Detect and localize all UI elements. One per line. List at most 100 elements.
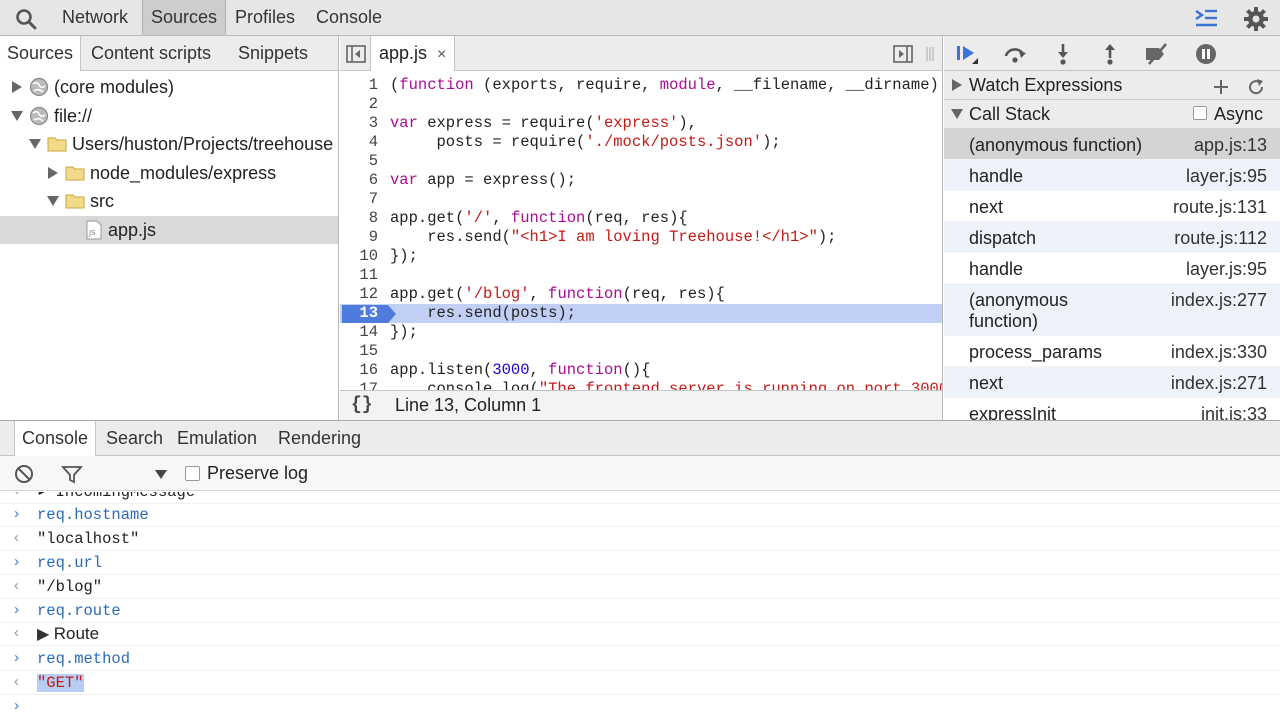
- line-number[interactable]: 2: [340, 95, 378, 114]
- code-area[interactable]: 1 (function (exports, require, module, __…: [340, 76, 942, 390]
- collapse-arrow-icon[interactable]: [28, 130, 42, 158]
- console-input-line[interactable]: › req.hostname: [0, 503, 1280, 527]
- line-number[interactable]: 15: [340, 342, 378, 361]
- tab-content-scripts[interactable]: Content scripts: [84, 36, 218, 70]
- deactivate-breakpoints-icon[interactable]: [1144, 42, 1170, 66]
- line-number[interactable]: 10: [340, 247, 378, 266]
- console-prompt[interactable]: ›: [0, 695, 1280, 719]
- code-line[interactable]: 1 (function (exports, require, module, __…: [340, 76, 942, 95]
- code-line[interactable]: 3 var express = require('express'),: [340, 114, 942, 133]
- code-line[interactable]: 12 app.get('/blog', function(req, res){: [340, 285, 942, 304]
- line-number[interactable]: 5: [340, 152, 378, 171]
- line-number[interactable]: 7: [340, 190, 378, 209]
- line-number[interactable]: 4: [340, 133, 378, 152]
- call-frame-location[interactable]: layer.js:95: [1186, 166, 1267, 187]
- toggle-navigator-icon[interactable]: [346, 44, 366, 64]
- line-number[interactable]: 11: [340, 266, 378, 285]
- refresh-icon[interactable]: [1247, 76, 1265, 95]
- tree-item-file-root[interactable]: file://: [0, 102, 338, 130]
- tab-drawer-console[interactable]: Console: [14, 421, 97, 457]
- search-icon[interactable]: [14, 7, 38, 31]
- call-frame-location[interactable]: index.js:277: [1171, 290, 1267, 311]
- console-output-line[interactable]: ‹ "GET": [0, 671, 1280, 695]
- tab-drawer-search[interactable]: Search: [99, 421, 170, 456]
- line-number[interactable]: 3: [340, 114, 378, 133]
- call-frame[interactable]: dispatch route.js:112: [944, 222, 1280, 253]
- line-number[interactable]: 6: [340, 171, 378, 190]
- line-number[interactable]: 17: [340, 380, 378, 390]
- preserve-log-checkbox[interactable]: [185, 466, 200, 481]
- code-line[interactable]: 17 console.log("The frontend server is r…: [340, 380, 942, 390]
- code-line[interactable]: 6 var app = express();: [340, 171, 942, 190]
- code-line[interactable]: 8 app.get('/', function(req, res){: [340, 209, 942, 228]
- line-number[interactable]: 12: [340, 285, 378, 304]
- call-frame-location[interactable]: index.js:330: [1171, 342, 1267, 363]
- tab-drawer-rendering[interactable]: Rendering: [271, 421, 368, 456]
- line-number[interactable]: 14: [340, 323, 378, 342]
- call-frame[interactable]: handle layer.js:95: [944, 160, 1280, 191]
- console-output-line[interactable]: ‹ "/blog": [0, 575, 1280, 599]
- tab-console[interactable]: Console: [308, 0, 390, 35]
- show-drawer-icon[interactable]: [1194, 7, 1218, 29]
- toggle-debugger-icon[interactable]: [893, 44, 913, 64]
- step-into-icon[interactable]: [1050, 42, 1076, 66]
- filter-icon[interactable]: [61, 464, 83, 484]
- line-number[interactable]: 13: [340, 304, 378, 323]
- tab-profiles[interactable]: Profiles: [227, 0, 303, 35]
- call-frame-location[interactable]: layer.js:95: [1186, 259, 1267, 280]
- close-icon[interactable]: ×: [437, 46, 446, 63]
- code-line[interactable]: 5: [340, 152, 942, 171]
- line-number[interactable]: 8: [340, 209, 378, 228]
- console-output-line[interactable]: ‹ ▶ Route: [0, 622, 1280, 646]
- call-frame-location[interactable]: init.js:33: [1201, 404, 1267, 420]
- line-number[interactable]: 16: [340, 361, 378, 380]
- pause-on-exceptions-icon[interactable]: [1193, 42, 1219, 66]
- code-line[interactable]: 15: [340, 342, 942, 361]
- expand-arrow-icon[interactable]: [10, 73, 24, 101]
- collapse-arrow-icon[interactable]: [46, 187, 60, 215]
- call-stack-header[interactable]: Call Stack Async: [944, 100, 1280, 129]
- line-number[interactable]: 1: [340, 76, 378, 95]
- tab-navigator-sources[interactable]: Sources: [0, 36, 82, 71]
- resume-icon[interactable]: [954, 42, 980, 66]
- console-input-line[interactable]: › req.method: [0, 647, 1280, 671]
- line-number[interactable]: 9: [340, 228, 378, 247]
- add-watch-icon[interactable]: [1212, 76, 1230, 94]
- step-over-icon[interactable]: [1002, 42, 1028, 66]
- async-checkbox[interactable]: [1193, 106, 1207, 120]
- code-line[interactable]: 11: [340, 266, 942, 285]
- console-output-line[interactable]: ‹ "localhost": [0, 527, 1280, 551]
- code-line[interactable]: 2: [340, 95, 942, 114]
- tab-snippets[interactable]: Snippets: [231, 36, 315, 70]
- code-line[interactable]: 16 app.listen(3000, function(){: [340, 361, 942, 380]
- tab-drawer-emulation[interactable]: Emulation: [170, 421, 264, 456]
- call-frame[interactable]: expressInit init.js:33: [944, 398, 1280, 420]
- code-line-current[interactable]: 13 res.send(posts);: [340, 304, 942, 323]
- call-frame[interactable]: (anonymous function) index.js:277: [944, 284, 1280, 336]
- console-messages[interactable]: ‹▸ IncomingMessage›req.hostname‹"localho…: [0, 492, 1280, 720]
- tab-network[interactable]: Network: [54, 0, 136, 35]
- call-frame-location[interactable]: route.js:131: [1173, 197, 1267, 218]
- call-frame[interactable]: (anonymous function) app.js:13: [944, 129, 1280, 160]
- code-line[interactable]: 4 posts = require('./mock/posts.json');: [340, 133, 942, 152]
- console-input-line[interactable]: › req.route: [0, 599, 1280, 623]
- tree-item-project-folder[interactable]: Users/huston/Projects/treehouse: [0, 130, 338, 158]
- call-frame[interactable]: next index.js:271: [944, 367, 1280, 398]
- call-frame-location[interactable]: route.js:112: [1174, 228, 1267, 249]
- call-frame-location[interactable]: index.js:271: [1171, 373, 1267, 394]
- clear-console-icon[interactable]: [14, 464, 34, 484]
- tree-item-src-folder[interactable]: src: [0, 187, 338, 215]
- drag-handle-icon[interactable]: [925, 45, 935, 63]
- code-line[interactable]: 14});: [340, 323, 942, 342]
- pretty-print-button[interactable]: {}: [351, 391, 373, 420]
- call-frame[interactable]: handle layer.js:95: [944, 253, 1280, 284]
- watch-expressions-header[interactable]: Watch Expressions: [944, 71, 1280, 100]
- call-frame[interactable]: process_params index.js:330: [944, 336, 1280, 367]
- console-input-line[interactable]: › req.url: [0, 551, 1280, 575]
- step-out-icon[interactable]: [1097, 42, 1123, 66]
- tree-item-app-js[interactable]: JS app.js: [0, 216, 338, 244]
- code-line[interactable]: 10});: [340, 247, 942, 266]
- context-dropdown-icon[interactable]: [154, 466, 168, 480]
- call-frame[interactable]: next route.js:131: [944, 191, 1280, 222]
- call-frame-location[interactable]: app.js:13: [1194, 135, 1267, 156]
